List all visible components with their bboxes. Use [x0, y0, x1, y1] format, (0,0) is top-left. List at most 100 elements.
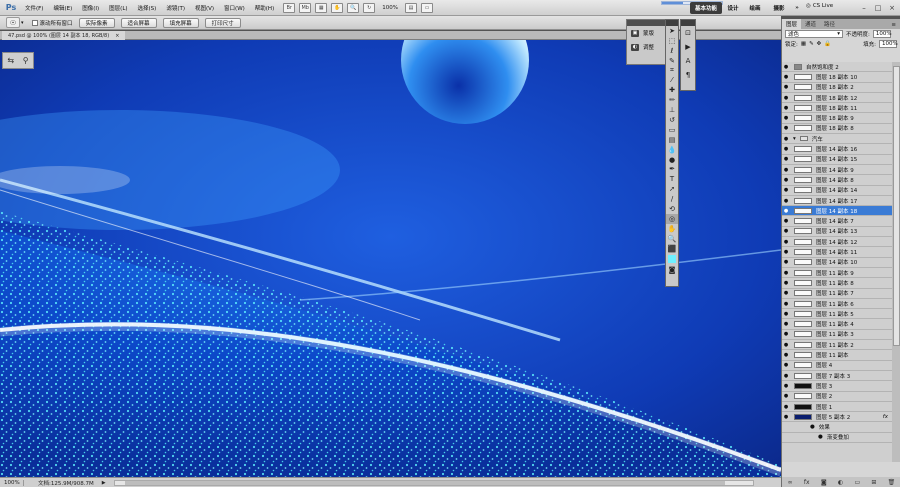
- launch-minibridge-icon[interactable]: Mb: [299, 2, 312, 13]
- brush-tool-icon[interactable]: ✏: [666, 95, 678, 105]
- maximize-icon[interactable]: □: [872, 2, 884, 13]
- eye-icon[interactable]: ●: [782, 301, 790, 307]
- layer-row[interactable]: ● 图层 11 副本 8: [782, 278, 892, 289]
- close-icon[interactable]: ×: [886, 2, 898, 13]
- layer-row[interactable]: ● 图层 11 副本 9: [782, 268, 892, 279]
- layers-scrollbar[interactable]: [892, 62, 900, 462]
- blend-mode-select[interactable]: 滤色 ▾: [785, 30, 843, 38]
- eye-icon[interactable]: ●: [782, 239, 790, 245]
- fill-screen-button[interactable]: 填充屏幕: [162, 17, 199, 28]
- layer-row[interactable]: ● 图层 11 副本 2: [782, 340, 892, 351]
- layer-row[interactable]: ● 图层 11 副本 6: [782, 299, 892, 310]
- layer-row[interactable]: ● 图层 18 副本 2: [782, 83, 892, 93]
- document-canvas[interactable]: [0, 40, 781, 477]
- layer-row[interactable]: ● 图层 2: [782, 392, 892, 402]
- zoom-tool-icon[interactable]: 🔍: [347, 2, 360, 13]
- eye-icon[interactable]: ●: [782, 352, 790, 358]
- zoom-level-select[interactable]: 100%: [379, 5, 401, 11]
- layer-row[interactable]: ● 图层 11 副本 3: [782, 330, 892, 341]
- tool-preset-icon[interactable]: ☉: [6, 17, 20, 28]
- new-adjustment-icon[interactable]: ◐: [838, 479, 843, 486]
- eye-icon[interactable]: ●: [782, 270, 790, 276]
- new-layer-icon[interactable]: ⊞: [871, 479, 876, 486]
- layer-row[interactable]: ● 图层 14 副本 16: [782, 144, 892, 155]
- healing-brush-tool-icon[interactable]: ✚: [666, 85, 678, 95]
- clone-stamp-tool-icon[interactable]: ⊥: [666, 105, 678, 115]
- layer-row[interactable]: ● 图层 14 副本 9: [782, 165, 892, 176]
- move-tool-icon[interactable]: ➤: [666, 26, 678, 36]
- add-mask-icon[interactable]: ◙: [821, 479, 827, 486]
- lasso-tool-icon[interactable]: ℓ: [666, 46, 678, 56]
- eye-icon[interactable]: ●: [782, 105, 790, 111]
- tab-layers[interactable]: 图层: [782, 19, 802, 29]
- eye-icon[interactable]: ●: [782, 84, 790, 90]
- zoom-tool-icon-2[interactable]: 🔍: [666, 234, 678, 244]
- layer-row[interactable]: ● 图层 14 副本 13: [782, 227, 892, 238]
- fill-input[interactable]: 100%: [879, 40, 898, 48]
- view-extras-icon[interactable]: ▦: [315, 2, 328, 13]
- eye-icon[interactable]: ●: [782, 208, 790, 214]
- scroll-all-windows-checkbox[interactable]: 滚动所有窗口: [31, 19, 73, 27]
- cs-live[interactable]: ◎ CS Live: [806, 3, 833, 9]
- eye-icon[interactable]: ●: [782, 342, 790, 348]
- layer-row[interactable]: ● 图层 18 副本 12: [782, 93, 892, 104]
- eye-icon[interactable]: ●: [782, 187, 790, 193]
- eye-icon[interactable]: ●: [782, 64, 790, 70]
- eye-icon[interactable]: ●: [782, 249, 790, 255]
- menu-item[interactable]: 帮助(H): [250, 4, 279, 12]
- color-swatches-icon[interactable]: ⬛: [666, 244, 678, 254]
- pen-tool-icon[interactable]: ✒: [666, 164, 678, 174]
- layer-row[interactable]: ● 图层 18 副本 11: [782, 103, 892, 114]
- eye-icon[interactable]: ●: [782, 177, 790, 183]
- lock-all-icon[interactable]: 🔒: [824, 41, 831, 47]
- path-selection-tool-icon[interactable]: ➚: [666, 184, 678, 194]
- launch-bridge-icon[interactable]: Br: [283, 2, 296, 13]
- layer-row[interactable]: ● 图层 11 副本: [782, 350, 892, 361]
- layer-row[interactable]: ● 效果: [782, 423, 892, 433]
- layer-row[interactable]: ● 图层 4: [782, 361, 892, 371]
- layer-style-icon[interactable]: fx: [804, 479, 810, 486]
- panel-menu-icon[interactable]: ≡: [887, 21, 900, 29]
- eye-icon[interactable]: ●: [782, 228, 790, 234]
- eye-icon[interactable]: ●: [782, 290, 790, 296]
- layer-row[interactable]: ● 图层 3: [782, 381, 892, 392]
- eye-icon[interactable]: ●: [782, 125, 790, 131]
- layer-row[interactable]: ● 图层 14 副本 17: [782, 196, 892, 207]
- layer-row[interactable]: ● 图层 18 副本 9: [782, 114, 892, 124]
- menu-item[interactable]: 图像(I): [77, 4, 104, 12]
- dodge-tool-icon[interactable]: ●: [666, 155, 678, 165]
- menu-item[interactable]: 视图(V): [190, 4, 219, 12]
- menu-item[interactable]: 文件(F): [20, 4, 48, 12]
- menu-item[interactable]: 滤镜(T): [161, 4, 190, 12]
- workspace-more-icon[interactable]: »: [792, 2, 802, 14]
- layer-row[interactable]: ● 图层 14 副本 12: [782, 237, 892, 248]
- eye-icon[interactable]: ●: [782, 393, 790, 399]
- eye-icon[interactable]: ●: [782, 218, 790, 224]
- foreground-color-swatch[interactable]: [668, 255, 676, 264]
- status-menu-icon[interactable]: ▶: [102, 480, 106, 486]
- eye-icon[interactable]: ●: [782, 373, 790, 379]
- quick-selection-tool-icon[interactable]: ✎: [666, 56, 678, 66]
- tab-paths[interactable]: 路径: [820, 19, 839, 29]
- menu-item[interactable]: 窗口(W): [219, 4, 250, 12]
- workspace-photography[interactable]: 摄影: [770, 2, 788, 14]
- lock-pixels-icon[interactable]: ✎: [809, 41, 814, 47]
- actual-pixels-button[interactable]: 实际像素: [78, 17, 115, 28]
- tool-preset-arrow-icon[interactable]: ▾: [21, 20, 24, 26]
- paragraph-panel-icon[interactable]: ¶: [681, 68, 695, 82]
- opacity-input[interactable]: 100%: [872, 30, 892, 38]
- eye-icon[interactable]: ●: [782, 136, 790, 142]
- eye-icon[interactable]: ●: [782, 156, 790, 162]
- screen-mode-icon[interactable]: ▭: [420, 2, 433, 13]
- menu-item[interactable]: 图层(L): [104, 4, 132, 12]
- eye-icon[interactable]: ●: [782, 74, 790, 80]
- history-panel-icon[interactable]: ⊡: [681, 26, 695, 40]
- crop-tool-icon[interactable]: ⌗: [666, 66, 678, 76]
- checkbox-box[interactable]: [31, 19, 38, 26]
- scrollbar-thumb[interactable]: [124, 480, 725, 485]
- character-panel-icon[interactable]: A: [681, 54, 695, 68]
- eye-icon[interactable]: ●: [782, 321, 790, 327]
- layer-row[interactable]: ● 图层 11 副本 5: [782, 309, 892, 320]
- eye-icon[interactable]: ●: [782, 311, 790, 317]
- new-group-icon[interactable]: ▭: [854, 479, 860, 486]
